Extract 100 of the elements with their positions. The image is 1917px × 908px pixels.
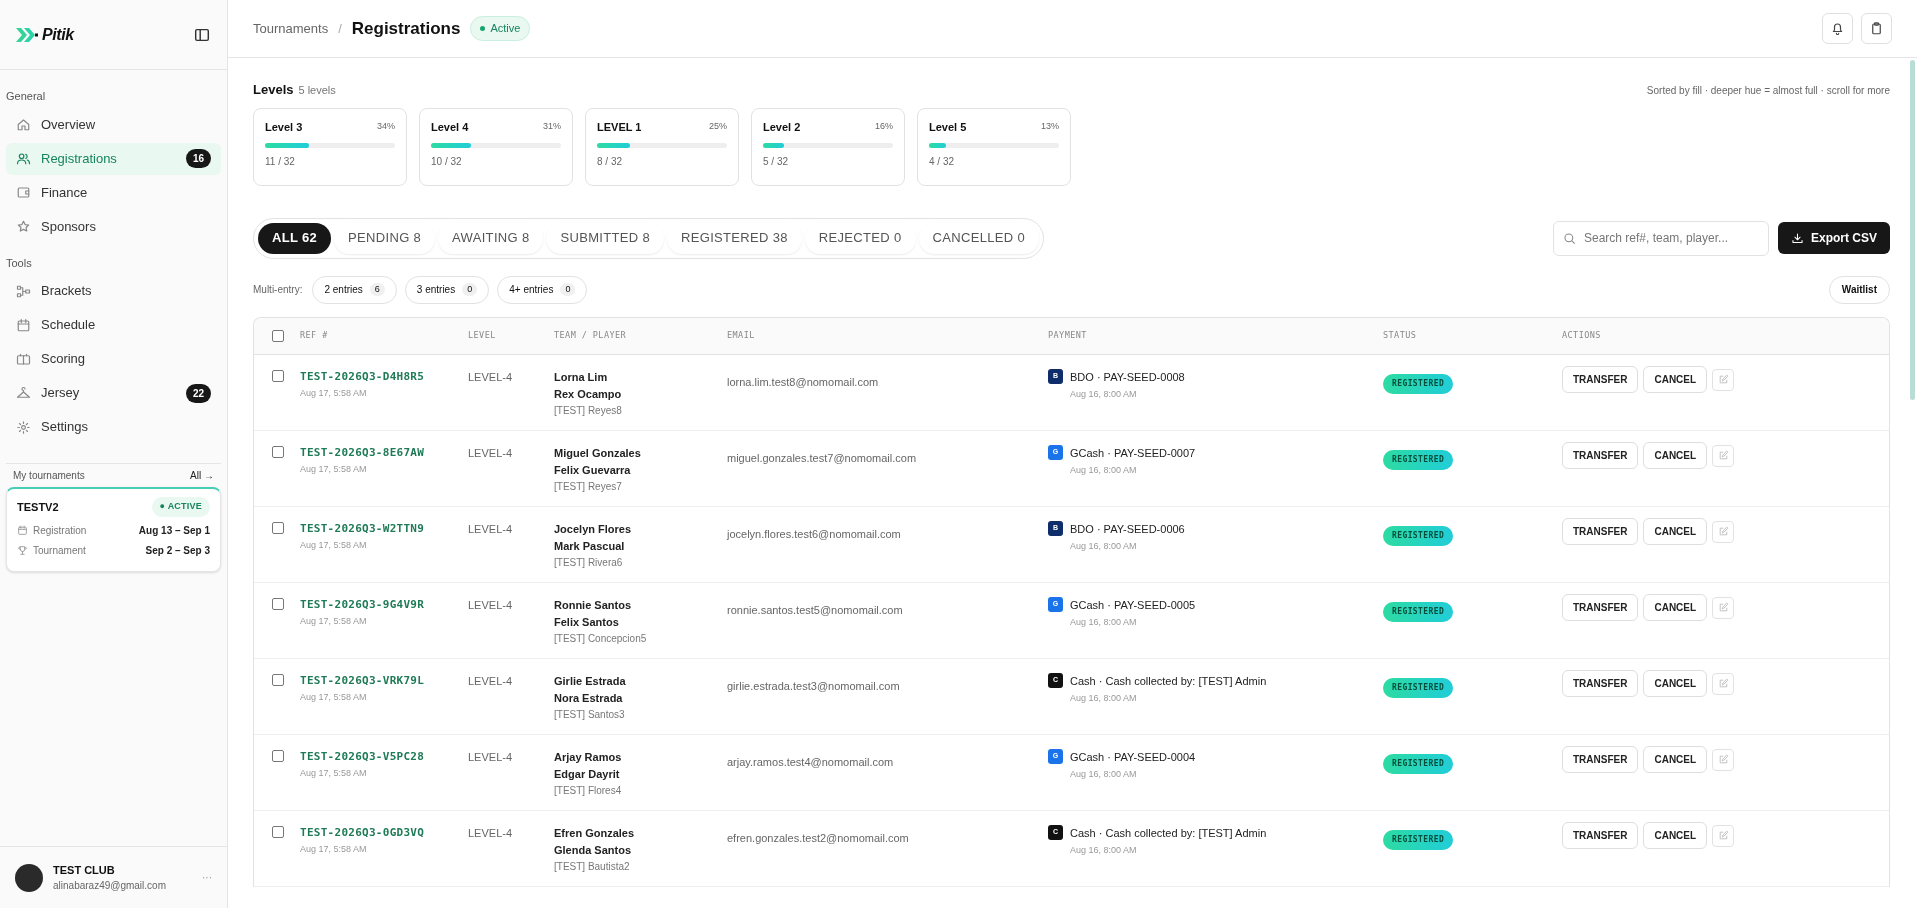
payment-date: Aug 16, 8:00 AM <box>1070 616 1138 629</box>
pencil-icon <box>1717 450 1729 461</box>
checkbox[interactable] <box>272 521 284 534</box>
checkbox[interactable] <box>272 673 284 686</box>
user-name: TEST CLUB <box>53 862 116 878</box>
player-name: Jocelyn Flores <box>554 521 633 537</box>
search-field[interactable]: Search ref#, team, player... <box>1553 220 1769 256</box>
level-card[interactable]: Level 5 13% 4 / 32 <box>917 107 1071 186</box>
filter-tab[interactable]: REJECTED 0 <box>804 222 916 254</box>
checkbox[interactable] <box>272 825 284 838</box>
filter-tab[interactable]: PENDING 8 <box>334 222 436 254</box>
count-badge: 22 <box>185 383 211 403</box>
calendar-icon <box>16 317 31 333</box>
all-link[interactable]: All → <box>190 468 214 483</box>
cancel-button[interactable]: CANCEL <box>1643 821 1708 849</box>
nav-item[interactable]: Overview <box>6 108 221 141</box>
tournament-card[interactable]: TESTV2 ● ACTIVE Registration Aug 13 – Sep 1 Tournament Sep 2 – Sep 3 <box>6 487 221 572</box>
brand-name: Pitik <box>42 24 74 45</box>
column-header: EMAIL <box>727 329 756 342</box>
cancel-button[interactable]: CANCEL <box>1643 441 1708 469</box>
reference-link[interactable]: TEST-2026Q3-W2TTN9 <box>300 520 468 537</box>
reference-link[interactable]: TEST-2026Q3-8E67AW <box>300 444 468 461</box>
section-title: Levels <box>253 81 294 99</box>
people-icon <box>16 151 31 166</box>
cancel-button[interactable]: CANCEL <box>1643 745 1708 773</box>
nav-item[interactable]: Sponsors <box>6 210 221 243</box>
nav-item[interactable]: Schedule <box>6 309 221 341</box>
nav-item[interactable]: Settings <box>6 411 221 443</box>
reference-link[interactable]: TEST-2026Q3-VRK79L <box>300 672 468 689</box>
user-email: alinabaraz49@gmail.com <box>53 879 167 894</box>
level-card[interactable]: Level 4 31% 10 / 32 <box>419 107 573 186</box>
checkbox[interactable] <box>272 369 284 382</box>
checkbox[interactable] <box>272 749 284 762</box>
transfer-button[interactable]: TRANSFER <box>1562 745 1639 773</box>
payment-date: Aug 16, 8:00 AM <box>1070 464 1138 477</box>
filter-tab[interactable]: AWAITING 8 <box>438 222 544 254</box>
pencil-icon <box>1717 602 1729 613</box>
bell-button[interactable] <box>1822 13 1853 44</box>
gear-icon <box>16 419 31 435</box>
export-button[interactable]: Export CSV <box>1778 222 1890 254</box>
home-icon <box>16 117 31 132</box>
reference-link[interactable]: TEST-2026Q3-0GD3VQ <box>300 824 468 841</box>
filter-tab[interactable]: SUBMITTED 8 <box>546 222 664 254</box>
level-name: Level 5 <box>929 119 967 135</box>
nav-item[interactable]: Jersey 22 <box>6 377 221 409</box>
nav-item[interactable]: Scoring <box>6 343 221 375</box>
level-card[interactable]: Level 2 16% 5 / 32 <box>751 107 905 186</box>
checkbox[interactable] <box>272 445 284 458</box>
transfer-button[interactable]: TRANSFER <box>1562 517 1639 545</box>
column-header: REF # <box>300 329 329 342</box>
transfer-button[interactable]: TRANSFER <box>1562 365 1639 393</box>
filter-tab[interactable]: REGISTERED 38 <box>667 222 802 254</box>
transfer-button[interactable]: TRANSFER <box>1562 821 1639 849</box>
reference-link[interactable]: TEST-2026Q3-D4H8R5 <box>300 368 468 385</box>
nav-label: Settings <box>41 418 89 437</box>
cancel-button[interactable]: CANCEL <box>1643 365 1708 393</box>
level-text: LEVEL-4 <box>468 825 514 841</box>
transfer-button[interactable]: TRANSFER <box>1562 441 1639 469</box>
registration-date: Aug 17, 5:58 AM <box>300 843 368 856</box>
nav-label: Jersey <box>41 384 81 403</box>
filter-tab[interactable]: CANCELLED 0 <box>918 222 1039 254</box>
level-text: LEVEL-4 <box>468 521 514 537</box>
cancel-button[interactable]: CANCEL <box>1643 593 1708 621</box>
player-name: Glenda Santos <box>554 842 633 858</box>
reference-link[interactable]: TEST-2026Q3-V5PC28 <box>300 748 468 765</box>
team-name: [TEST] Concepcion5 <box>554 631 648 646</box>
nav-item[interactable]: Finance <box>6 176 221 209</box>
level-card[interactable]: LEVEL 1 25% 8 / 32 <box>585 107 739 186</box>
payment-date: Aug 16, 8:00 AM <box>1070 692 1138 705</box>
slot-count: 4 / 32 <box>929 155 956 169</box>
player-name: Mark Pascual <box>554 538 626 554</box>
nav-item[interactable]: Brackets <box>6 275 221 307</box>
nav-item[interactable]: Registrations 16 <box>6 142 221 175</box>
filter-tab[interactable]: ALL 62 <box>258 222 332 254</box>
checkbox[interactable] <box>272 329 284 342</box>
breadcrumb-link[interactable]: Tournaments <box>253 18 329 39</box>
cancel-button[interactable]: CANCEL <box>1643 517 1708 545</box>
page-title: Registrations <box>351 17 461 40</box>
avatar <box>15 863 43 892</box>
status-badge: Active <box>470 16 531 41</box>
scrollbar[interactable] <box>1910 60 1915 400</box>
column-header: PAYMENT <box>1048 329 1088 342</box>
transfer-button[interactable]: TRANSFER <box>1562 669 1639 697</box>
checkbox[interactable] <box>272 597 284 610</box>
search-icon <box>1563 231 1576 245</box>
clipboard-button[interactable] <box>1861 13 1892 44</box>
reference-link[interactable]: TEST-2026Q3-9G4V9R <box>300 596 468 613</box>
email-text: miguel.gonzales.test7@nomomail.com <box>727 451 917 464</box>
level-text: LEVEL-4 <box>468 749 514 765</box>
level-card[interactable]: Level 3 34% 11 / 32 <box>253 107 407 186</box>
level-text: LEVEL-4 <box>468 369 514 385</box>
pencil-icon <box>1717 830 1729 841</box>
filter-label: Multi-entry: <box>253 283 303 297</box>
transfer-button[interactable]: TRANSFER <box>1562 593 1639 621</box>
cancel-button[interactable]: CANCEL <box>1643 669 1708 697</box>
payment-date: Aug 16, 8:00 AM <box>1070 844 1138 857</box>
player-name: Edgar Dayrit <box>554 766 621 782</box>
section-heading: My tournaments <box>13 469 85 483</box>
team-name: [TEST] Flores4 <box>554 783 623 798</box>
payment-reference: GCash · PAY-SEED-0004 <box>1070 749 1196 765</box>
